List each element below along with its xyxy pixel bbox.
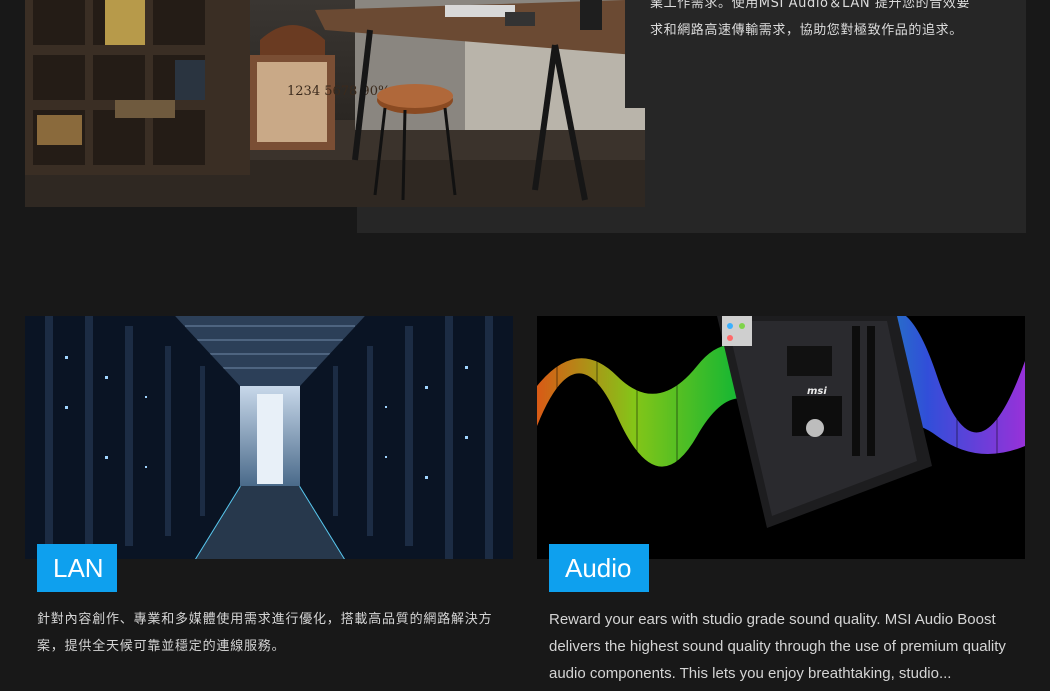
workspace-photo: 1234 5678 90% — [25, 0, 645, 207]
audio-motherboard-image: msi — [537, 316, 1025, 559]
intro-paragraph: 業工作需求。使用MSI Audio＆LAN 提升您的音效要求和網路高速傳輸需求，… — [650, 0, 971, 38]
lan-title-badge: LAN — [37, 544, 117, 592]
trunk-number-text: 1234 5678 90% — [287, 84, 390, 99]
lan-description: 針對內容創作、專業和多媒體使用需求進行優化，搭載高品質的網路解決方案，提供全天候… — [37, 612, 493, 654]
audio-title-badge: Audio — [549, 544, 649, 592]
lan-server-room-image — [25, 316, 513, 559]
msi-logo-text: msi — [807, 386, 827, 397]
audio-description: Reward your ears with studio grade sound… — [549, 611, 1006, 682]
